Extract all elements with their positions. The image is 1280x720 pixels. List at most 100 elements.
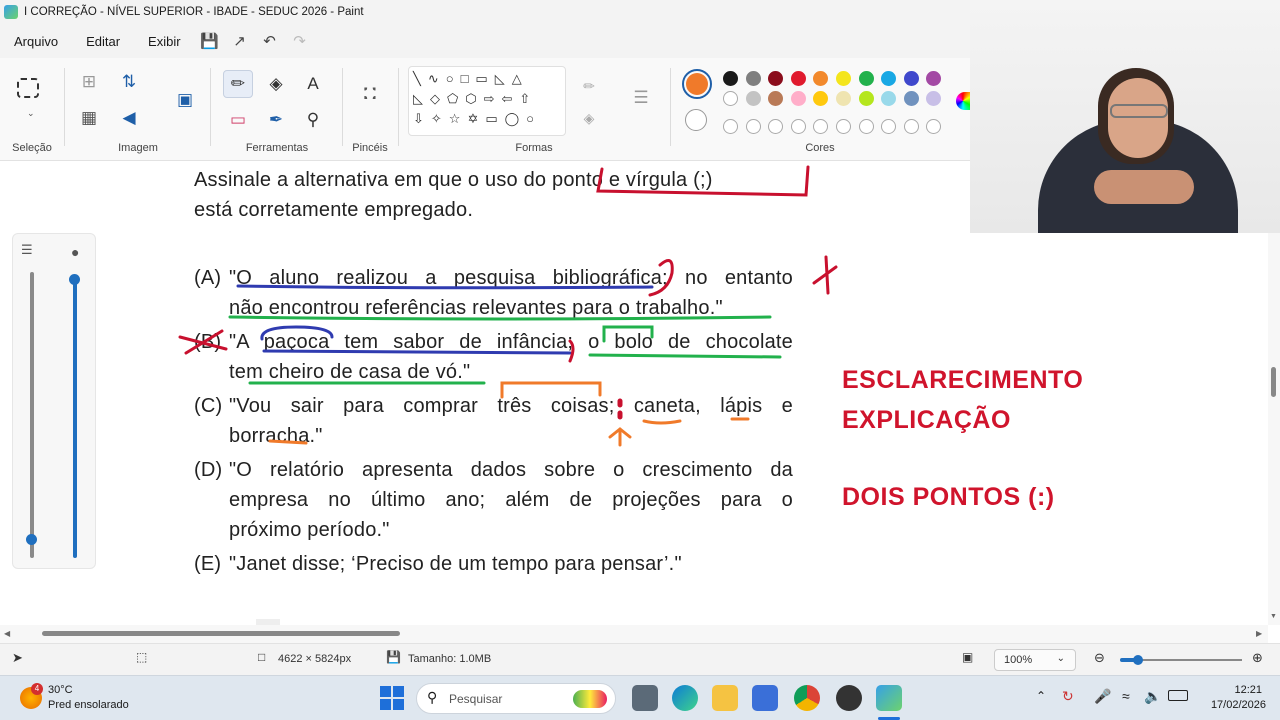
color-swatch[interactable] (723, 71, 738, 86)
zoom-slider-thumb[interactable] (1133, 655, 1143, 665)
menu-editar[interactable]: Editar (72, 34, 134, 49)
redo-icon[interactable]: ↷ (285, 32, 315, 50)
custom-color-slot[interactable] (723, 119, 738, 134)
resize-icon[interactable]: ▦ (74, 104, 104, 132)
color-swatch[interactable] (813, 71, 829, 86)
color-swatch[interactable] (790, 71, 806, 86)
outline-icon[interactable]: ✏ (574, 72, 604, 100)
color-swatch[interactable] (858, 71, 874, 86)
color-swatch[interactable] (745, 71, 761, 86)
brush-size-panel: ☰ ● (12, 233, 96, 569)
opacity-slider-thumb[interactable] (69, 274, 80, 285)
scroll-down-arrow-icon[interactable]: ▼ (1270, 613, 1277, 620)
vertical-scroll-thumb[interactable] (1271, 367, 1276, 397)
custom-color-slot[interactable] (790, 119, 806, 134)
opacity-slider-track[interactable] (73, 278, 77, 558)
file-explorer-icon[interactable] (712, 685, 738, 711)
fill-bucket-icon[interactable]: ◈ (261, 70, 291, 98)
fit-to-window-icon[interactable]: ▣ (962, 650, 973, 664)
custom-color-slot[interactable] (903, 119, 919, 134)
size-lines-icon[interactable]: ☰ (626, 84, 656, 112)
clock-date[interactable]: 17/02/2026 (1196, 699, 1266, 711)
color-swatch[interactable] (881, 91, 897, 106)
scroll-left-arrow-icon[interactable]: ◀ (4, 629, 10, 638)
custom-color-slot[interactable] (836, 119, 851, 134)
question-line-1: Assinale a alternativa em que o uso do p… (194, 169, 713, 191)
menu-exibir[interactable]: Exibir (134, 34, 195, 49)
chevron-down-icon[interactable]: ⌄ (27, 108, 35, 119)
custom-color-slot[interactable] (813, 119, 829, 134)
menu-arquivo[interactable]: Arquivo (0, 34, 72, 49)
ink-arrow-c (608, 427, 632, 447)
fill-shape-icon[interactable]: ◈ (574, 104, 604, 132)
zoom-out-icon[interactable]: ⊖ (1094, 650, 1105, 666)
task-view-icon[interactable] (632, 685, 658, 711)
color-swatch[interactable] (768, 91, 784, 106)
color-swatch[interactable] (926, 71, 942, 86)
undo-icon[interactable]: ↶ (255, 32, 285, 50)
color-swatch[interactable] (836, 91, 851, 106)
volume-icon[interactable]: 🔈 (1144, 688, 1161, 705)
paint-taskbar-icon[interactable] (876, 685, 902, 711)
color-swatch[interactable] (790, 91, 806, 106)
color-swatch[interactable] (903, 71, 919, 86)
rotate-icon[interactable]: ⇅ (114, 68, 144, 96)
chrome-icon[interactable] (794, 685, 820, 711)
edit-colors-icon[interactable] (956, 92, 970, 110)
color-swatch[interactable] (813, 91, 829, 106)
custom-color-slot[interactable] (858, 119, 874, 134)
zoom-slider-track[interactable] (1140, 659, 1242, 661)
scroll-right-arrow-icon[interactable]: ▶ (1256, 629, 1262, 638)
store-icon[interactable] (752, 685, 778, 711)
edge-browser-icon[interactable] (672, 685, 698, 711)
color-picker-icon[interactable]: ✒ (261, 106, 291, 134)
magnifier-icon[interactable]: ⚲ (298, 106, 328, 134)
horizontal-scrollbar[interactable]: ◀ ▶ (0, 625, 1268, 643)
select-rectangle-icon[interactable] (17, 78, 39, 98)
color-swatch[interactable] (836, 71, 851, 86)
microphone-icon[interactable]: 🎤 (1094, 688, 1111, 705)
eraser-icon[interactable]: ▭ (223, 106, 253, 134)
custom-color-slot[interactable] (745, 119, 761, 134)
custom-color-slot[interactable] (881, 119, 897, 134)
horizontal-scroll-thumb[interactable] (42, 631, 400, 636)
color-swatch[interactable] (926, 91, 942, 106)
size-slider-track[interactable] (30, 272, 34, 558)
brush-icon[interactable]: ⛚ (355, 80, 385, 108)
current-color-secondary[interactable] (685, 109, 707, 131)
shapes-gallery[interactable]: ╲∿○□▭◺△ ◺◇⬠⬡⇨⇦⇧ ⇩✧☆✡▭◯○ (408, 66, 566, 136)
color-swatch[interactable] (768, 71, 784, 86)
windows-start-icon[interactable] (380, 686, 404, 710)
color-swatch[interactable] (723, 91, 738, 106)
battery-icon[interactable] (1168, 690, 1188, 701)
save-icon[interactable]: 💾 (195, 32, 225, 50)
sync-icon[interactable]: ↻ (1062, 688, 1074, 705)
canvas-size-icon: □ (258, 650, 266, 664)
taskbar-search-box[interactable]: ⚲ Pesquisar (416, 683, 616, 714)
chevron-up-icon[interactable]: ⌃ (1036, 689, 1046, 703)
size-slider-thumb[interactable] (26, 534, 37, 545)
custom-color-slot[interactable] (768, 119, 784, 134)
color-swatch[interactable] (858, 91, 874, 106)
zoom-in-icon[interactable]: ⊕ (1252, 650, 1263, 666)
color-swatch[interactable] (881, 71, 897, 86)
text-tool-icon[interactable]: A (298, 70, 328, 98)
divider (342, 68, 343, 146)
zoom-select[interactable]: 100% ⌄ (994, 649, 1076, 671)
color-swatch[interactable] (903, 91, 919, 106)
wifi-icon[interactable]: ≈ (1122, 688, 1130, 704)
flip-icon[interactable]: ◀ (114, 104, 144, 132)
image-select-icon[interactable]: ▣ (170, 86, 200, 114)
recorder-app-icon[interactable] (836, 685, 862, 711)
color-swatch[interactable] (745, 91, 761, 106)
custom-color-slot[interactable] (926, 119, 942, 134)
share-icon[interactable]: ↗ (225, 32, 255, 50)
pencil-icon[interactable]: ✏ (223, 70, 253, 98)
clock-time[interactable]: 12:21 (1200, 684, 1262, 696)
current-color-primary[interactable] (682, 69, 712, 99)
paint-app-icon (4, 5, 18, 19)
crop-icon[interactable]: ⊞ (74, 68, 104, 96)
file-size-icon: 💾 (386, 650, 401, 664)
search-highlight-icon (573, 690, 607, 708)
group-label-ferramentas: Ferramentas (245, 142, 309, 154)
